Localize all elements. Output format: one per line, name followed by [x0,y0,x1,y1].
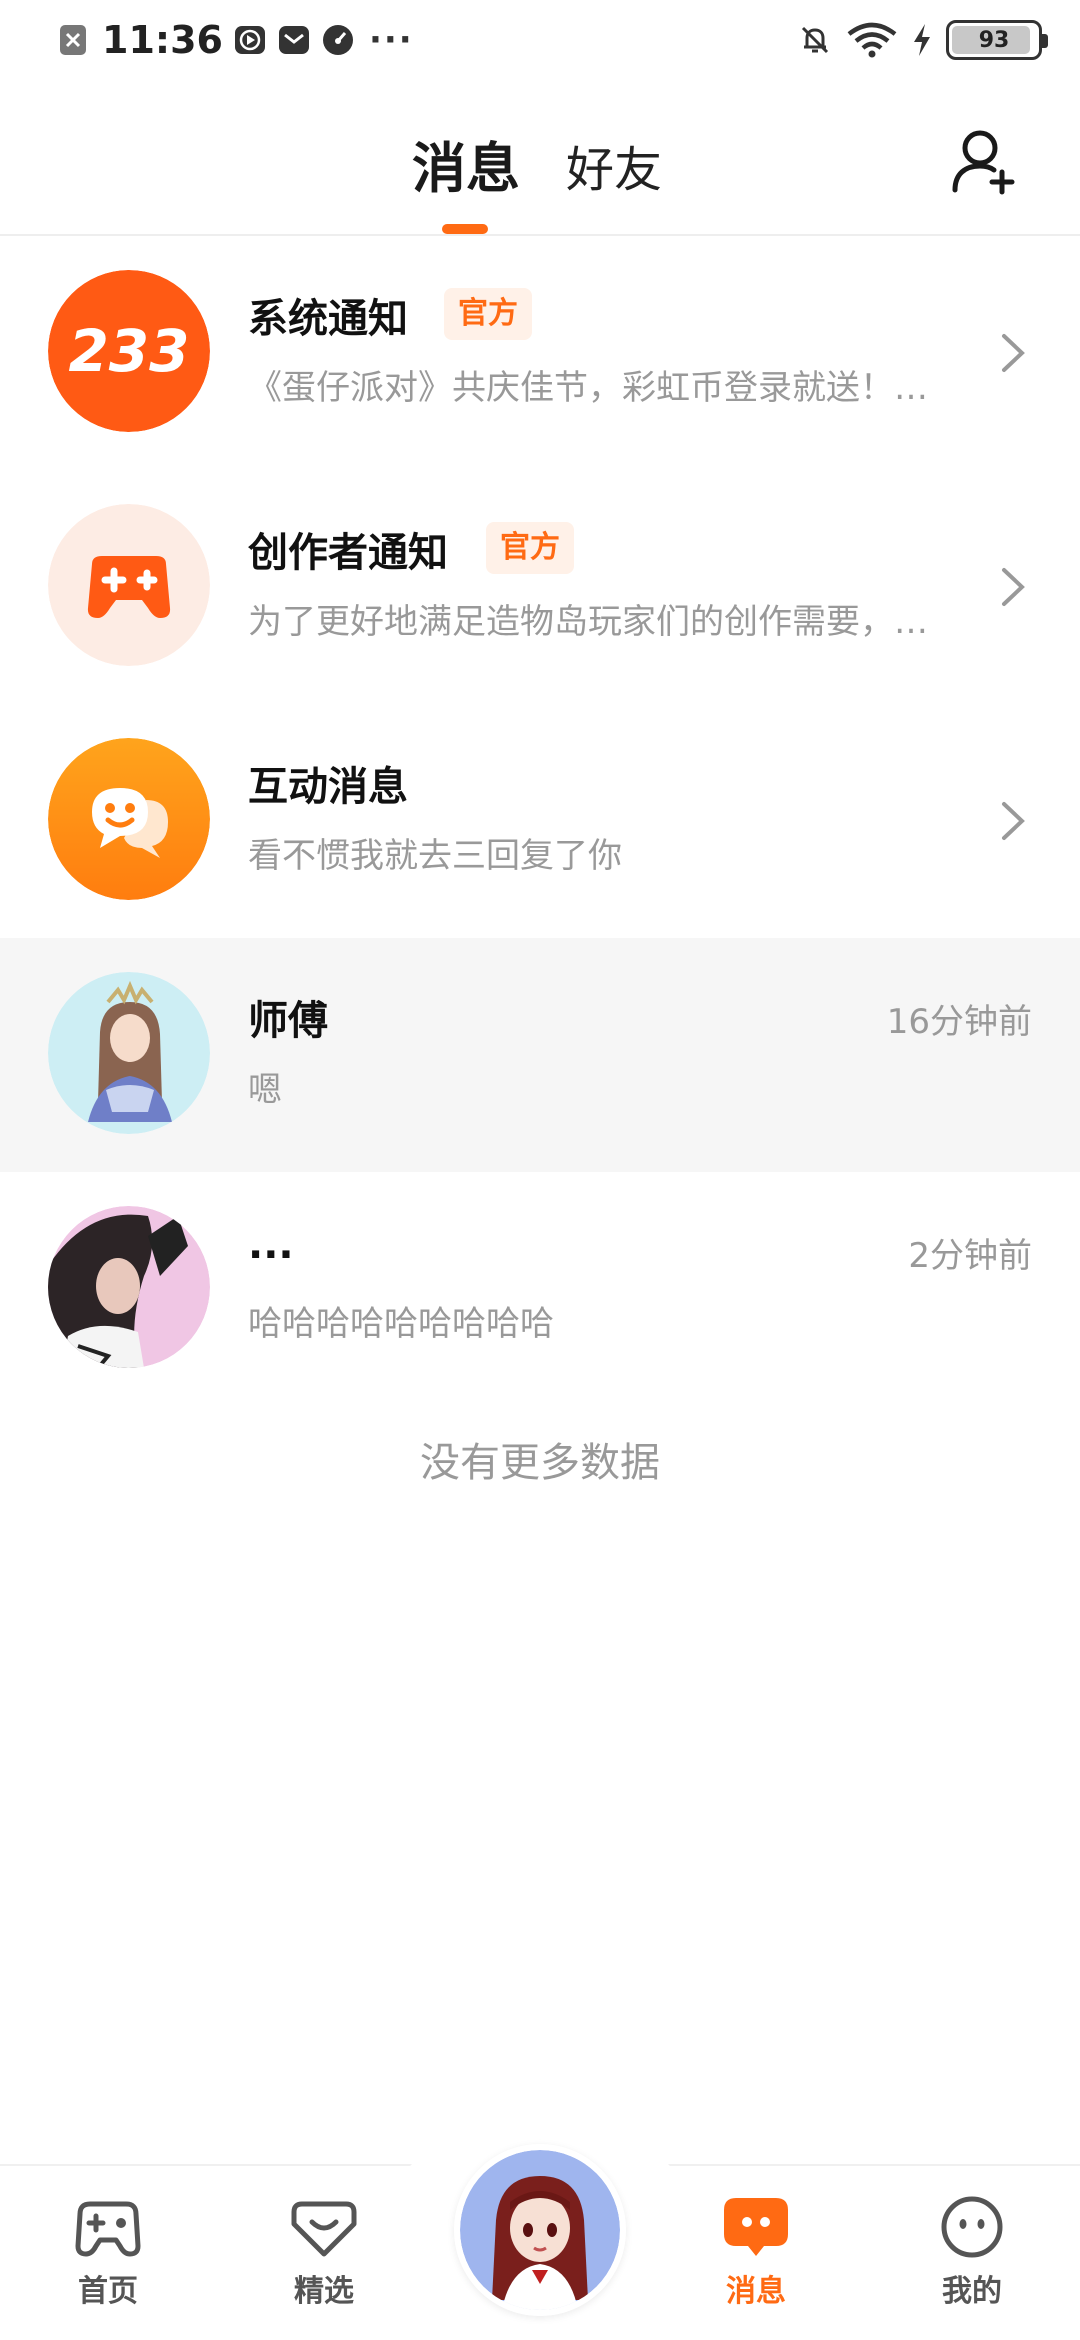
list-item-chat-shifu[interactable]: 师傅 嗯 16分钟前 [0,938,1080,1172]
official-badge: 官方 [444,288,532,340]
nav-home[interactable]: 首页 [38,2194,178,2310]
chat-smile-icon [48,738,210,900]
status-time: 11:36 [102,18,223,62]
speedometer-icon [322,25,353,55]
gamepad-icon [48,504,210,666]
list-item-chat-dots[interactable]: ... 哈哈哈哈哈哈哈哈哈 2分钟前 [0,1172,1080,1406]
battery-icon: 93 [946,20,1048,60]
list-item-title: 系统通知 [248,296,408,342]
list-item-time: 2分钟前 [908,1236,1032,1276]
play-icon [234,26,265,54]
no-more-data: 没有更多数据 [420,1440,660,1486]
status-bar: 11:36 ··· 93 [0,0,1080,84]
list-item-preview: 看不惯我就去三回复了你 [248,836,622,876]
list-item-title: 师傅 [248,998,328,1044]
mail-icon [278,26,309,54]
list-item-creator-notice[interactable]: 创作者通知 官方 为了更好地满足造物岛玩家们的创作需要，… [0,470,1080,704]
tab-messages[interactable]: 消息 [412,124,520,203]
close-square-icon [60,25,86,55]
bell-off-icon [801,26,829,54]
nav-featured[interactable]: 精选 [254,2194,394,2310]
233-logo-icon: 233 [48,270,210,432]
list-item-interaction[interactable]: 互动消息 看不惯我就去三回复了你 [0,704,1080,938]
bottom-nav: 首页 精选 消息 我的 [0,2116,1080,2340]
charging-icon [914,24,930,56]
status-left: 11:36 ··· [58,18,414,62]
list-item-preview: 嗯 [248,1070,282,1110]
tab-friends[interactable]: 好友 [566,130,662,200]
nav-label: 我的 [942,2274,1002,2309]
list-item-title: 互动消息 [248,764,408,810]
nav-messages[interactable]: 消息 [686,2194,826,2310]
tab-indicator [442,224,488,234]
message-list: 233 系统通知 官方 《蛋仔派对》共庆佳节，彩虹币登录就送！… 创作者通知 官… [0,236,1080,1406]
nav-label: 消息 [726,2274,786,2309]
chevron-right-icon [1002,568,1025,606]
list-item-preview: 哈哈哈哈哈哈哈哈哈 [248,1304,554,1344]
nav-label: 精选 [294,2274,354,2309]
smile-face-icon [941,2196,1003,2258]
user-avatar [48,1206,210,1368]
233-logo-text: 233 [68,317,189,385]
chevron-right-icon [1002,802,1025,840]
add-user-icon[interactable] [950,126,1020,196]
battery-level: 93 [978,27,1010,53]
list-item-title: ... [248,1222,294,1268]
list-item-title: 创作者通知 [248,530,448,576]
nav-label: 首页 [78,2274,138,2309]
gamepad-outline-icon [75,2201,141,2257]
center-avatar[interactable] [454,2144,626,2316]
message-filled-icon [724,2198,788,2256]
nav-profile[interactable]: 我的 [902,2194,1042,2310]
user-avatar [48,972,210,1134]
status-more-icon: ··· [368,20,414,60]
top-header: 消息 好友 [0,84,1080,236]
list-item-time: 16分钟前 [886,1002,1032,1042]
wifi-icon [847,22,897,58]
heart-chat-icon [291,2201,357,2257]
list-item-preview: 《蛋仔派对》共庆佳节，彩虹币登录就送！… [248,368,928,408]
list-item-preview: 为了更好地满足造物岛玩家们的创作需要，… [248,602,928,642]
status-right: 93 [798,20,1048,60]
chevron-right-icon [1002,334,1025,372]
official-badge: 官方 [486,522,574,574]
list-item-system-notice[interactable]: 233 系统通知 官方 《蛋仔派对》共庆佳节，彩虹币登录就送！… [0,236,1080,470]
